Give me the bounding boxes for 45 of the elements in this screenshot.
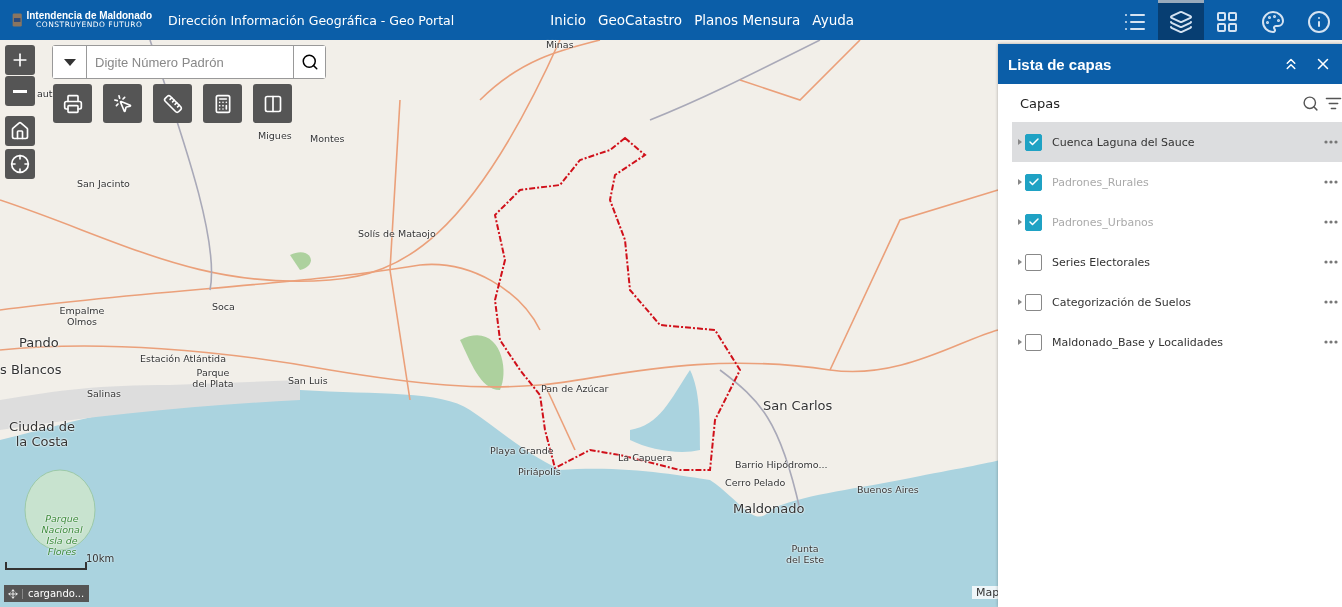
place-label: Maldonado bbox=[733, 502, 805, 517]
layer-row[interactable]: Categorización de Suelos bbox=[1012, 282, 1342, 322]
layer-name: Categorización de Suelos bbox=[1052, 295, 1193, 309]
place-label: Montes bbox=[310, 134, 345, 145]
search-box[interactable]: Digite Número Padrón bbox=[52, 45, 326, 79]
place-label: Piriápolis bbox=[518, 467, 561, 478]
place-label: Punta del Este bbox=[785, 544, 825, 566]
place-label: Empalme Olmos bbox=[58, 306, 106, 328]
layer-row[interactable]: Series Electorales bbox=[1012, 242, 1342, 282]
layer-name: Maldonado_Base y Localidades bbox=[1052, 335, 1224, 349]
place-label: Ciudad de la Costa bbox=[8, 420, 76, 450]
layer-name: Padrones_Urbanos bbox=[1052, 215, 1155, 229]
layer-name: Series Electorales bbox=[1052, 255, 1151, 269]
place-label: Barrio Hipódromo... bbox=[735, 460, 828, 471]
place-label: Pando bbox=[19, 336, 59, 351]
nav-link[interactable]: Planos Mensura bbox=[694, 12, 801, 28]
nav-link[interactable]: GeoCatastro bbox=[598, 12, 683, 28]
place-label: Soca bbox=[212, 302, 235, 313]
place-label: Migues bbox=[258, 131, 292, 142]
place-label: San Jacinto bbox=[77, 179, 130, 190]
layer-row[interactable]: Cuenca Laguna del Sauce bbox=[1012, 122, 1342, 162]
place-label: San Carlos bbox=[763, 399, 833, 414]
place-label: Salinas bbox=[87, 389, 121, 400]
place-label: Estación Atlántida bbox=[140, 354, 226, 365]
panel-title: Lista de capas bbox=[1008, 55, 1113, 73]
app-title: Dirección Información Geográfica - Geo Portal bbox=[168, 12, 455, 28]
place-label: Parque del Plata bbox=[191, 368, 235, 390]
place-label: San Luis bbox=[288, 376, 328, 387]
place-label: aut bbox=[37, 89, 53, 100]
layer-row[interactable]: Maldonado_Base y Localidades bbox=[1012, 322, 1342, 362]
place-label: Solís de Mataojo bbox=[358, 229, 436, 240]
layer-name: Padrones_Rurales bbox=[1052, 175, 1150, 189]
place-label: Cerro Pelado bbox=[725, 478, 786, 489]
place-label: s Blancos bbox=[0, 363, 62, 378]
park-label: Parque Nacional Isla de Flores bbox=[40, 514, 84, 558]
place-label: Buenos Aires bbox=[857, 485, 919, 496]
place-label: Pan de Azúcar bbox=[541, 384, 609, 395]
place-label: Minas bbox=[546, 40, 574, 51]
scale-label: 10km bbox=[86, 553, 115, 564]
nav-link[interactable]: Inicio bbox=[550, 12, 586, 28]
logo-title: Intendencia de Maldonado bbox=[26, 11, 152, 22]
nav-link[interactable]: Ayuda bbox=[812, 12, 855, 28]
status-text: cargando... bbox=[27, 588, 86, 599]
layer-name: Cuenca Laguna del Sauce bbox=[1052, 135, 1196, 149]
section-title: Capas bbox=[1020, 95, 1062, 111]
